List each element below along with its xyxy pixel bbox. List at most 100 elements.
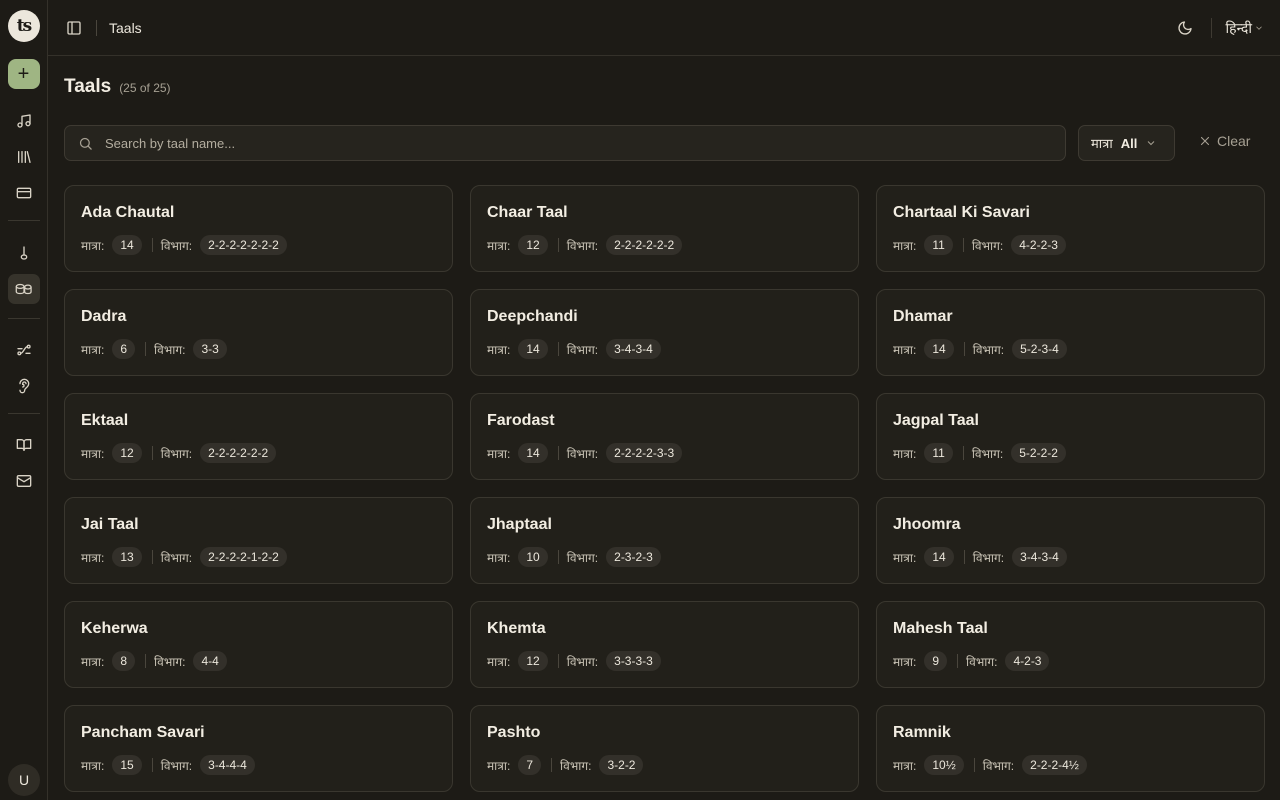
taal-card[interactable]: Deepchandi मात्रा: 14 विभाग: 3-4-3-4 [470, 289, 859, 376]
vibhag-label: विभाग: [160, 446, 193, 461]
matra-badge: 8 [112, 651, 136, 671]
meta-divider [551, 758, 553, 772]
taal-card[interactable]: Dadra मात्रा: 6 विभाग: 3-3 [64, 289, 453, 376]
taal-name: Jhoomra [893, 516, 961, 533]
taal-card[interactable]: Ada Chautal मात्रा: 14 विभाग: 2-2-2-2-2-… [64, 185, 453, 272]
matra-filter-label: मात्रा [1091, 136, 1113, 151]
meta-divider [557, 238, 559, 252]
theme-toggle-button[interactable] [1173, 16, 1197, 40]
matra-badge: 14 [112, 235, 142, 255]
tabla-icon [15, 283, 32, 295]
taal-card[interactable]: Mahesh Taal मात्रा: 9 विभाग: 4-2-3 [876, 601, 1265, 688]
taal-name: Ektaal [81, 412, 129, 429]
taal-card[interactable]: Keherwa मात्रा: 8 विभाग: 4-4 [64, 601, 453, 688]
taal-name: Pancham Savari [81, 724, 205, 741]
taal-name: Jai Taal [81, 516, 139, 533]
matra-label: मात्रा: [81, 342, 105, 357]
language-select[interactable]: हिन्दी [1226, 19, 1264, 38]
sidebar: ts + U [0, 0, 48, 800]
vibhag-label: विभाग: [566, 654, 599, 669]
taal-card[interactable]: Pashto मात्रा: 7 विभाग: 3-2-2 [470, 705, 859, 792]
meta-divider [973, 758, 975, 772]
matra-label: मात्रा: [487, 446, 511, 461]
taal-card[interactable]: Dhamar मात्रा: 14 विभाग: 5-2-3-4 [876, 289, 1265, 376]
vibhag-badge: 3-3-3-3 [606, 651, 661, 671]
vibhag-label: विभाग: [972, 342, 1005, 357]
taal-name: Mahesh Taal [893, 620, 988, 637]
taal-meta: मात्रा: 9 विभाग: 4-2-3 [893, 651, 1248, 671]
sidebar-item-contact[interactable] [8, 466, 40, 496]
header-divider [1210, 18, 1212, 38]
taal-card[interactable]: Jai Taal मात्रा: 13 विभाग: 2-2-2-2-1-2-2 [64, 497, 453, 584]
sidebar-item-billing[interactable] [8, 178, 40, 208]
taal-meta: मात्रा: 11 विभाग: 4-2-2-3 [893, 235, 1248, 255]
meta-divider [151, 758, 153, 772]
sidebar-item-tanpura[interactable] [8, 238, 40, 268]
sidebar-item-workflow[interactable] [8, 335, 40, 365]
taal-meta: मात्रा: 8 विभाग: 4-4 [81, 651, 436, 671]
taal-name: Dadra [81, 308, 127, 325]
vibhag-label: विभाग: [966, 654, 998, 669]
matra-label: मात्रा: [81, 238, 105, 253]
vibhag-label: विभाग: [982, 758, 1015, 773]
sidebar-item-compositions[interactable] [8, 106, 40, 136]
matra-label: मात्रा: [81, 446, 105, 461]
taal-meta: मात्रा: 14 विभाग: 5-2-3-4 [893, 339, 1248, 359]
taal-meta: मात्रा: 10½ विभाग: 2-2-2-4½ [893, 755, 1248, 775]
chevron-down-icon [1256, 26, 1262, 30]
meta-divider [962, 446, 964, 460]
tanpura-icon [20, 246, 27, 260]
vibhag-label: विभाग: [566, 342, 599, 357]
vibhag-badge: 4-2-3 [1005, 651, 1050, 671]
taal-name: Keherwa [81, 620, 148, 637]
book-icon [16, 439, 31, 451]
taal-card[interactable]: Chartaal Ki Savari मात्रा: 11 विभाग: 4-2… [876, 185, 1265, 272]
matra-badge: 11 [924, 235, 953, 255]
taal-card[interactable]: Jhaptaal मात्रा: 10 विभाग: 2-3-2-3 [470, 497, 859, 584]
vibhag-label: विभाग: [154, 654, 186, 669]
search-input[interactable] [105, 135, 1065, 151]
workflow-icon [16, 344, 31, 356]
matra-label: मात्रा: [81, 654, 105, 669]
taal-card[interactable]: Jagpal Taal मात्रा: 11 विभाग: 5-2-2-2 [876, 393, 1265, 480]
sidebar-item-ear-training[interactable] [8, 371, 40, 401]
sidebar-item-docs[interactable] [8, 430, 40, 460]
sidebar-item-library[interactable] [8, 142, 40, 172]
taal-meta: मात्रा: 13 विभाग: 2-2-2-2-1-2-2 [81, 547, 436, 567]
sidebar-toggle-button[interactable] [65, 19, 83, 37]
credit-card-icon [16, 187, 31, 199]
taal-meta: मात्रा: 6 विभाग: 3-3 [81, 339, 436, 359]
meta-divider [957, 654, 959, 668]
taal-meta: मात्रा: 14 विभाग: 2-2-2-2-2-2-2 [81, 235, 436, 255]
add-button[interactable]: + [7, 59, 40, 89]
matra-filter-select[interactable]: मात्रा All [1078, 125, 1175, 161]
taal-card[interactable]: Ektaal मात्रा: 12 विभाग: 2-2-2-2-2-2 [64, 393, 453, 480]
vibhag-badge: 5-2-3-4 [1012, 339, 1067, 359]
taal-card[interactable]: Chaar Taal मात्रा: 12 विभाग: 2-2-2-2-2-2 [470, 185, 859, 272]
matra-badge: 14 [518, 443, 548, 463]
taal-card[interactable]: Pancham Savari मात्रा: 15 विभाग: 3-4-4-4 [64, 705, 453, 792]
vibhag-badge: 2-2-2-2-2-2 [606, 235, 683, 255]
moon-icon [1177, 21, 1192, 35]
matra-badge: 10 [518, 547, 548, 567]
top-header: Taals हिन्दी [48, 0, 1280, 56]
search-icon [78, 136, 93, 151]
matra-badge: 15 [112, 755, 142, 775]
taal-card[interactable]: Jhoomra मात्रा: 14 विभाग: 3-4-3-4 [876, 497, 1265, 584]
clear-button[interactable]: Clear [1199, 133, 1250, 149]
matra-label: मात्रा: [81, 550, 105, 565]
app-logo[interactable]: ts [7, 10, 40, 42]
avatar[interactable]: U [8, 764, 40, 796]
taal-card[interactable]: Ramnik मात्रा: 10½ विभाग: 2-2-2-4½ [876, 705, 1265, 792]
vibhag-label: विभाग: [566, 446, 599, 461]
meta-divider [963, 550, 965, 564]
taal-card[interactable]: Khemta मात्रा: 12 विभाग: 3-3-3-3 [470, 601, 859, 688]
result-count: (25 of 25) [119, 81, 171, 95]
sidebar-item-taals[interactable] [7, 274, 40, 304]
music-note-icon [16, 114, 31, 128]
taal-name: Deepchandi [487, 308, 578, 325]
taal-card[interactable]: Farodast मात्रा: 14 विभाग: 2-2-2-2-3-3 [470, 393, 859, 480]
breadcrumb[interactable]: Taals [109, 20, 142, 36]
chevron-down-icon [1145, 137, 1157, 149]
matra-badge: 14 [518, 339, 548, 359]
